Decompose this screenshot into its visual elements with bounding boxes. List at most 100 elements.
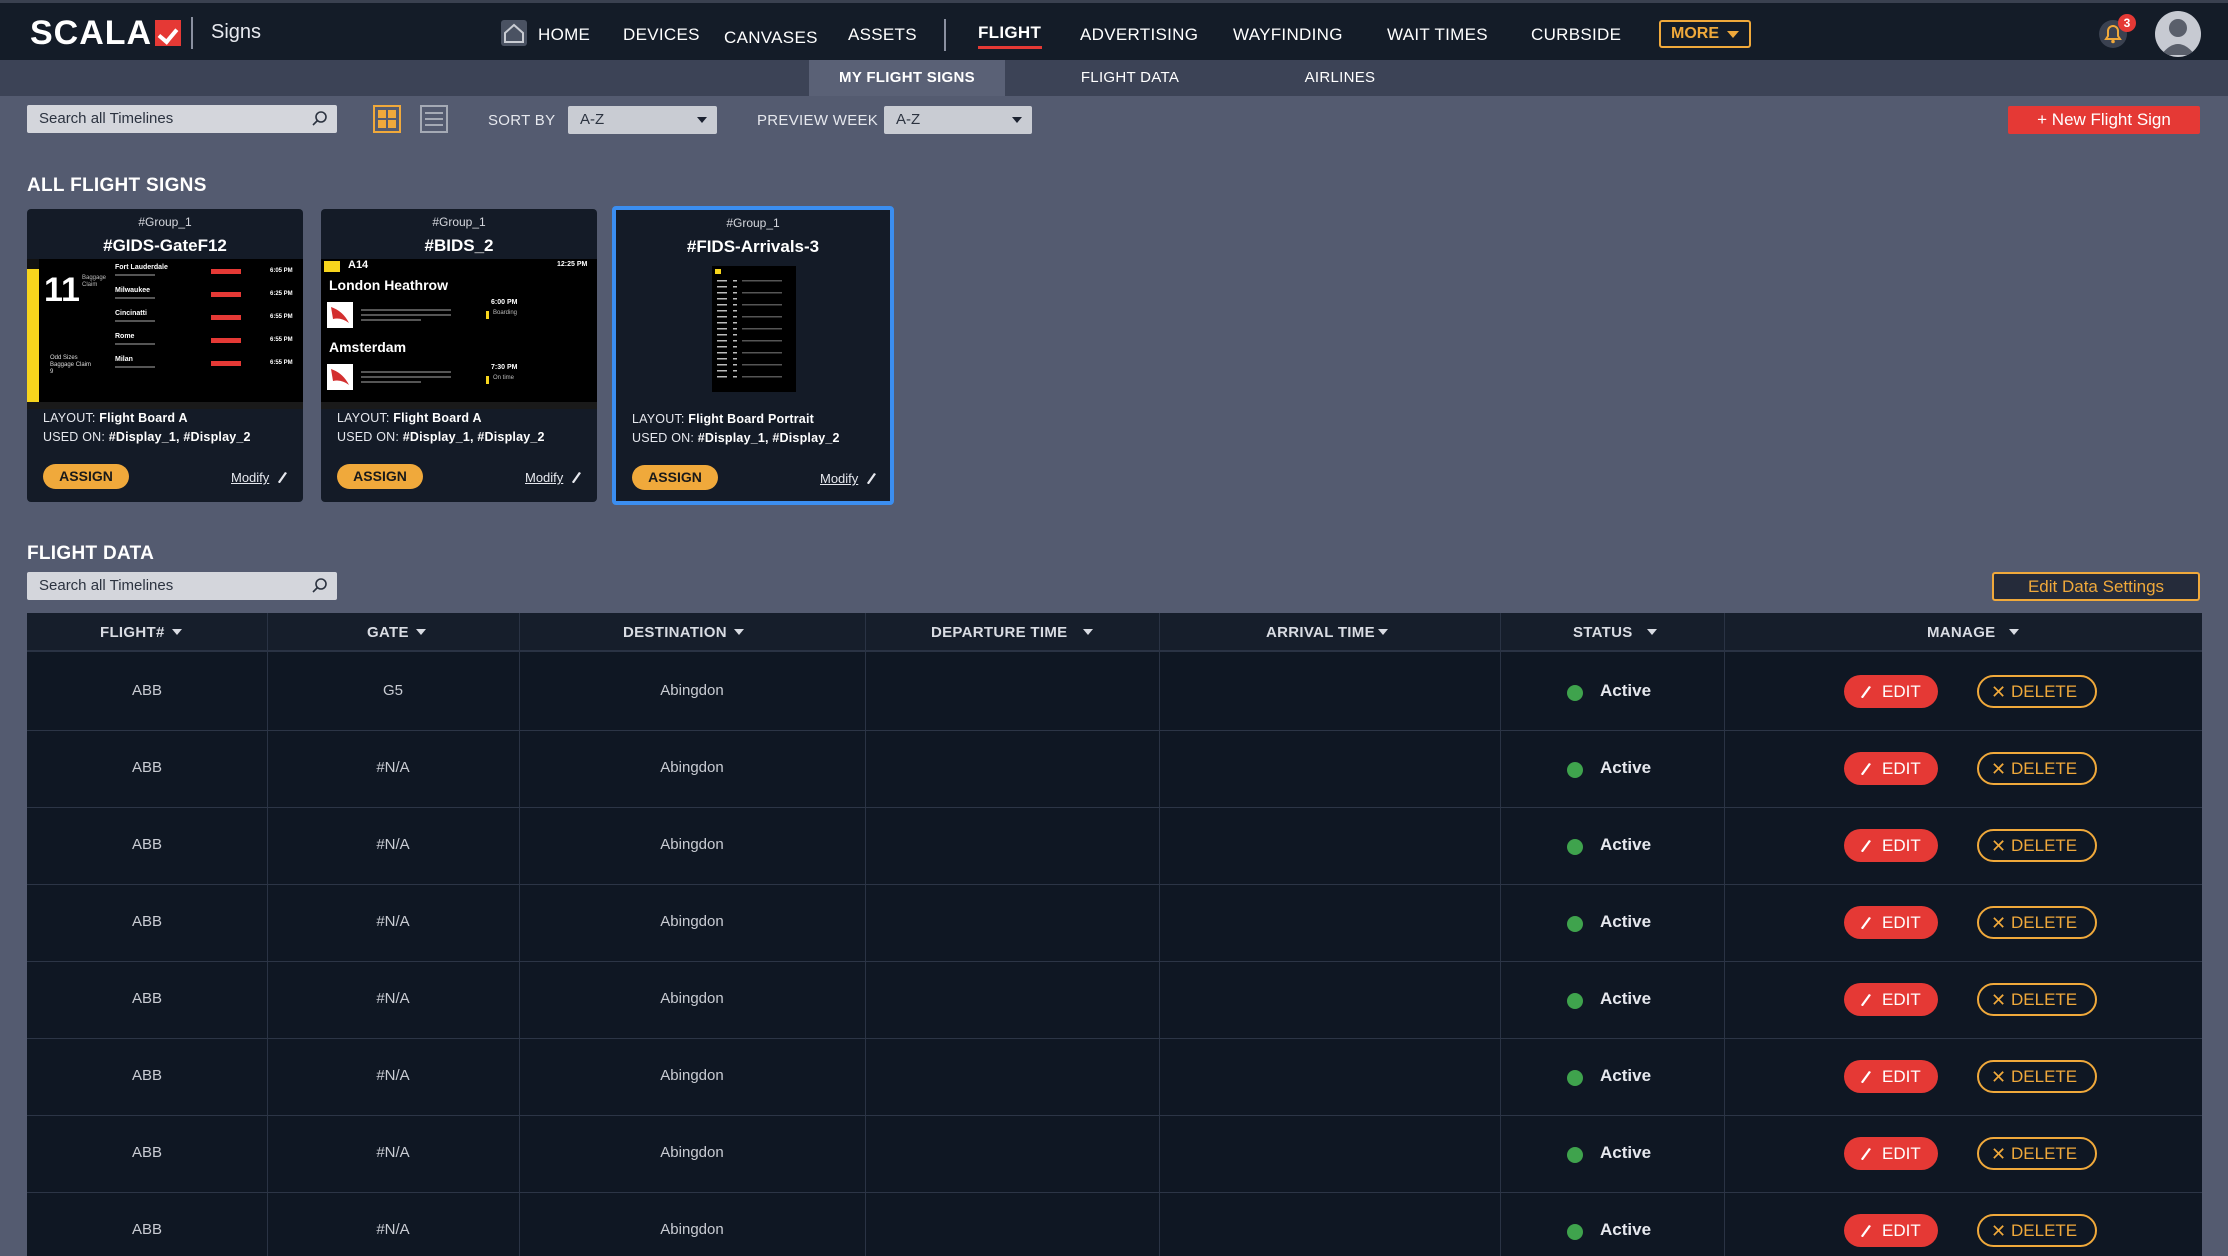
assign-button[interactable]: ASSIGN [337, 464, 423, 489]
grid-view-icon[interactable] [373, 105, 401, 133]
assign-button[interactable]: ASSIGN [632, 465, 718, 490]
column-header-status[interactable]: STATUS [1573, 624, 1657, 641]
nav-wait-times[interactable]: WAIT TIMES [1387, 25, 1488, 45]
status-active-dot [1567, 839, 1583, 855]
nav-divider [944, 19, 946, 51]
used-on-value: #Display_1, #Display_2 [108, 430, 251, 444]
cell-gate: #N/A [376, 836, 410, 853]
column-header-gate[interactable]: GATE [367, 624, 426, 641]
home-icon[interactable] [500, 19, 528, 47]
flight-sign-card[interactable]: #Group_1 #BIDS_2 A14 12:25 PM London Hea… [321, 209, 597, 502]
delete-row-button[interactable]: ✕ DELETE [1977, 675, 2097, 708]
more-menu-button[interactable]: MORE [1659, 20, 1751, 48]
nav-advertising[interactable]: ADVERTISING [1080, 25, 1198, 45]
more-label: MORE [1671, 25, 1719, 42]
nav-canvases[interactable]: CANVASES [724, 28, 818, 48]
delete-row-button[interactable]: ✕ DELETE [1977, 752, 2097, 785]
delete-row-button[interactable]: ✕ DELETE [1977, 829, 2097, 862]
new-flight-sign-button[interactable]: + New Flight Sign [2008, 106, 2200, 134]
sub-navigation-bar: MY FLIGHT SIGNS FLIGHT DATA AIRLINES [0, 60, 2228, 96]
delete-row-button[interactable]: ✕ DELETE [1977, 906, 2097, 939]
cell-status: Active [1600, 989, 1652, 1008]
top-navigation-bar: SCALA Signs HOME DEVICES CANVASES ASSETS… [0, 0, 2228, 60]
column-header-departure-time[interactable]: DEPARTURE TIME [931, 624, 1094, 641]
layout-label: LAYOUT: [337, 411, 390, 425]
card-layout: LAYOUT: Flight Board Portrait [632, 412, 814, 426]
edit-row-button[interactable]: EDIT [1844, 1214, 1938, 1247]
delete-label: DELETE [2011, 836, 2078, 855]
assign-button[interactable]: ASSIGN [43, 464, 129, 489]
edit-row-button[interactable]: EDIT [1844, 1137, 1938, 1170]
bids-gate: A14 [348, 259, 369, 271]
cell-flight: ABB [131, 682, 162, 699]
sort-caret-icon [171, 629, 182, 635]
nav-assets[interactable]: ASSETS [848, 25, 917, 45]
cell-flight: ABB [131, 1221, 162, 1238]
pencil-icon[interactable] [866, 472, 877, 485]
table-row: ABB #N/A Abingdon Active EDIT ✕ DELETE [27, 1039, 2202, 1116]
flight-sign-card-selected[interactable]: #Group_1 #FIDS-Arrivals-3 LAYOUT: Flight… [612, 206, 894, 505]
tab-my-flight-signs[interactable]: MY FLIGHT SIGNS [809, 60, 1005, 96]
modify-link[interactable]: Modify [231, 470, 269, 485]
chevron-down-icon [1727, 31, 1739, 38]
nav-devices[interactable]: DEVICES [623, 25, 700, 45]
sort-by-value: A-Z [580, 111, 605, 128]
delete-label: DELETE [2011, 759, 2078, 778]
gids-city: Fort Lauderdale [115, 264, 168, 271]
card-group: #Group_1 [726, 216, 780, 230]
caret-down-icon [1012, 117, 1022, 123]
cell-destination: Abingdon [660, 913, 724, 930]
edit-data-settings-button[interactable]: Edit Data Settings [1992, 572, 2200, 601]
cell-status: Active [1600, 1220, 1652, 1239]
sort-by-select[interactable]: A-Z [568, 106, 717, 134]
user-avatar[interactable] [2155, 11, 2201, 57]
pencil-icon[interactable] [277, 471, 288, 484]
tab-flight-data[interactable]: FLIGHT DATA [1040, 60, 1220, 96]
status-active-dot [1567, 685, 1583, 701]
modify-link[interactable]: Modify [820, 471, 858, 486]
edit-row-button[interactable]: EDIT [1844, 906, 1938, 939]
layout-value: Flight Board Portrait [688, 412, 814, 426]
search-icon [312, 578, 327, 593]
delete-row-button[interactable]: ✕ DELETE [1977, 1137, 2097, 1170]
nav-wayfinding[interactable]: WAYFINDING [1233, 25, 1343, 45]
bids-status: Boarding [493, 310, 518, 316]
tab-airlines[interactable]: AIRLINES [1260, 60, 1420, 96]
delete-row-button[interactable]: ✕ DELETE [1977, 983, 2097, 1016]
column-header-destination[interactable]: DESTINATION [623, 624, 744, 641]
pencil-icon[interactable] [571, 471, 582, 484]
column-header-manage[interactable]: MANAGE [1927, 624, 2020, 641]
nav-curbside[interactable]: CURBSIDE [1531, 25, 1621, 45]
nav-home[interactable]: HOME [538, 25, 590, 45]
layout-value: Flight Board A [393, 411, 482, 425]
modify-link[interactable]: Modify [525, 470, 563, 485]
cell-destination: Abingdon [660, 759, 724, 776]
table-row: ABB #N/A Abingdon Active EDIT ✕ DELETE [27, 808, 2202, 885]
flight-sign-card[interactable]: #Group_1 #GIDS-GateF12 11 Baggage Claim … [27, 209, 303, 502]
layout-label: LAYOUT: [43, 411, 96, 425]
edit-row-button[interactable]: EDIT [1844, 675, 1938, 708]
edit-label: EDIT [1882, 913, 1921, 932]
nav-flight[interactable]: FLIGHT [978, 23, 1041, 43]
column-header-flight[interactable]: FLIGHT# [100, 624, 182, 641]
caret-down-icon [697, 117, 707, 123]
cell-destination: Abingdon [660, 836, 724, 853]
edit-row-button[interactable]: EDIT [1844, 1060, 1938, 1093]
flight-data-search-input[interactable]: Search all Timelines [27, 572, 337, 600]
delete-row-button[interactable]: ✕ DELETE [1977, 1214, 2097, 1247]
edit-row-button[interactable]: EDIT [1844, 983, 1938, 1016]
user-silhouette-icon [2161, 19, 2195, 55]
delete-row-button[interactable]: ✕ DELETE [1977, 1060, 2097, 1093]
gids-claim-number: 11 [44, 271, 80, 309]
list-view-icon[interactable] [420, 105, 448, 133]
column-header-arrival-time[interactable]: ARRIVAL TIME [1266, 624, 1388, 641]
cell-gate: #N/A [376, 913, 410, 930]
scala-logo[interactable]: SCALA [30, 14, 182, 52]
edit-row-button[interactable]: EDIT [1844, 752, 1938, 785]
edit-row-button[interactable]: EDIT [1844, 829, 1938, 862]
preview-week-select[interactable]: A-Z [884, 106, 1032, 134]
timelines-search-input[interactable]: Search all Timelines [27, 105, 337, 133]
column-label: STATUS [1573, 624, 1633, 641]
sort-caret-icon [415, 629, 426, 635]
gids-city: Cincinatti [115, 310, 147, 317]
